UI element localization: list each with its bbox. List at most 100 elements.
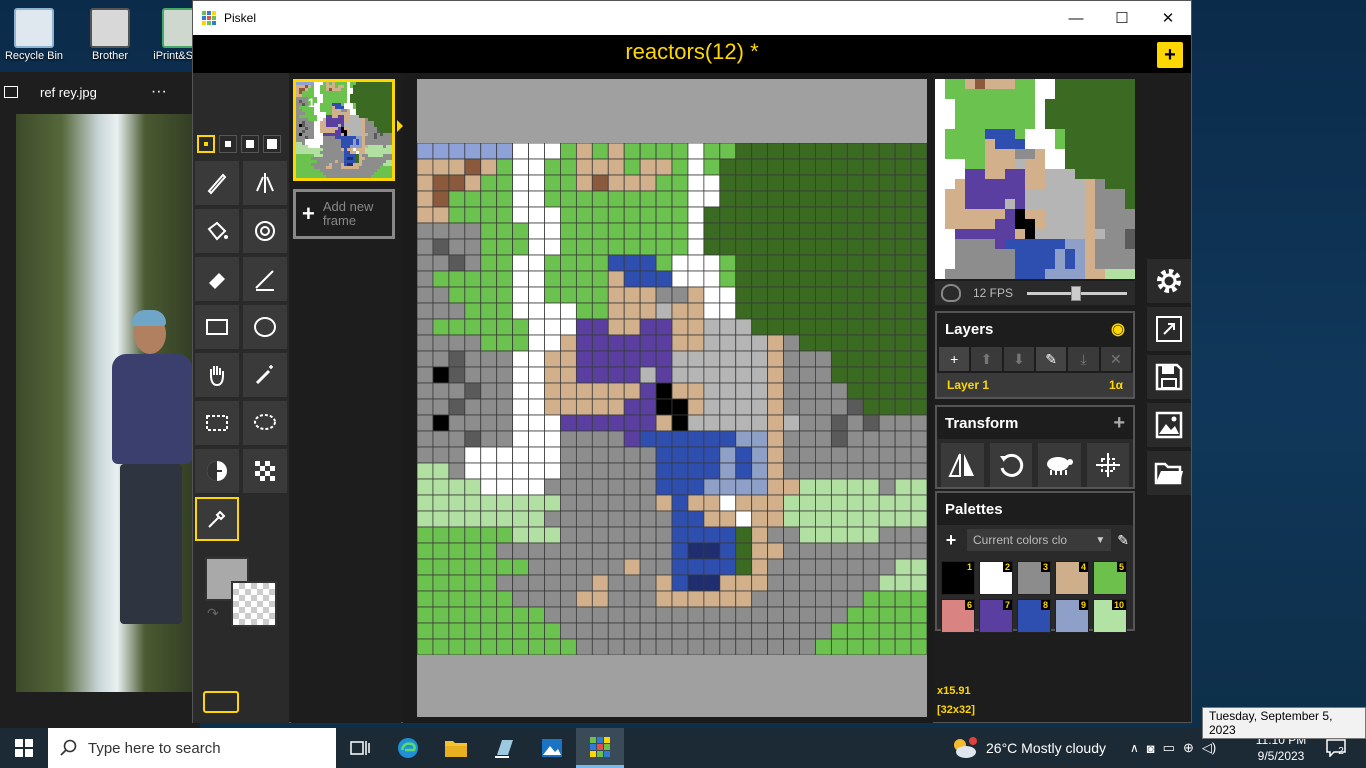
magic-wand-tool[interactable]	[243, 353, 287, 397]
center-button[interactable]	[1086, 443, 1129, 487]
export-button[interactable]	[1147, 403, 1191, 447]
expand-icon[interactable]: +	[1113, 412, 1125, 435]
drawing-canvas[interactable]	[417, 143, 927, 655]
swap-colors-icon[interactable]: ↷	[207, 605, 219, 622]
resize-icon	[1156, 316, 1182, 342]
rectangle-tool[interactable]	[195, 305, 239, 349]
eyedropper-icon	[208, 510, 226, 528]
rename-layer-button[interactable]: ✎	[1035, 347, 1067, 371]
add-layer-button[interactable]: +	[939, 347, 970, 371]
import-button[interactable]	[1147, 451, 1191, 495]
move-layer-down-button[interactable]: ⬇	[1003, 347, 1034, 371]
zoom-level: x15.91	[937, 685, 971, 697]
file-explorer-button[interactable]	[432, 728, 480, 768]
desktop-icon-brother[interactable]: Brother	[78, 4, 142, 70]
move-tool[interactable]	[195, 353, 239, 397]
palette-swatch[interactable]: 1	[941, 561, 975, 595]
stroke-tool[interactable]	[243, 257, 287, 301]
circle-tool[interactable]	[243, 305, 287, 349]
swatch-index: 2	[1002, 562, 1012, 572]
flip-button[interactable]	[941, 443, 984, 487]
start-button[interactable]	[0, 728, 48, 768]
task-view-button[interactable]	[336, 728, 384, 768]
save-button[interactable]	[1147, 355, 1191, 399]
palette-select[interactable]: Current colors clo ▼	[967, 529, 1112, 551]
paint-bucket-tool[interactable]	[195, 209, 239, 253]
recycle-bin-icon	[14, 8, 54, 48]
hand-icon	[210, 366, 224, 387]
fps-slider-knob[interactable]	[1071, 285, 1082, 301]
notification-center-button[interactable]: 2	[1322, 736, 1348, 760]
layer-opacity[interactable]: 1α	[1109, 378, 1123, 392]
onion-skin-icon[interactable]	[941, 284, 961, 302]
move-layer-up-button[interactable]: ⬆	[971, 347, 1002, 371]
paint-same-color-tool[interactable]	[243, 209, 287, 253]
volume-icon[interactable]: ◁)	[1202, 740, 1216, 756]
rectangle-select-tool[interactable]	[195, 401, 239, 445]
layer-item[interactable]: Layer 1 1α	[937, 373, 1133, 397]
settings-button[interactable]	[1147, 259, 1191, 303]
clone-button[interactable]	[1038, 443, 1081, 487]
palette-swatch[interactable]: 2	[979, 561, 1013, 595]
photos-more-button[interactable]: ···	[151, 83, 167, 101]
tools-panel: ↷	[193, 73, 289, 723]
secondary-color-swatch[interactable]	[231, 581, 277, 627]
search-placeholder: Type here to search	[88, 739, 221, 757]
chevron-up-icon[interactable]: ∧	[1130, 741, 1139, 755]
eye-icon[interactable]: ◉	[1111, 319, 1125, 339]
pen-size-1[interactable]	[197, 135, 215, 153]
keyboard-shortcuts-icon[interactable]	[203, 691, 239, 713]
swatch-index: 7	[1002, 600, 1012, 610]
edge-button[interactable]	[384, 728, 432, 768]
window-titlebar: Piskel — ☐ ✕	[193, 1, 1191, 35]
taskbar-search[interactable]: Type here to search	[48, 728, 336, 768]
notes-app-button[interactable]	[480, 728, 528, 768]
palette-swatch[interactable]: 5	[1093, 561, 1127, 595]
pen-size-4[interactable]	[263, 135, 281, 153]
delete-layer-button[interactable]: ✕	[1100, 347, 1131, 371]
resize-button[interactable]	[1147, 307, 1191, 351]
meet-now-icon[interactable]: ◙	[1147, 741, 1155, 756]
eraser-tool[interactable]	[195, 257, 239, 301]
palette-swatch[interactable]: 7	[979, 599, 1013, 633]
battery-icon[interactable]: ▭	[1163, 740, 1175, 756]
close-button[interactable]: ✕	[1145, 1, 1191, 35]
add-palette-button[interactable]: +	[941, 530, 961, 551]
dithering-tool[interactable]	[243, 449, 287, 493]
merge-layer-button[interactable]: ⤓	[1068, 347, 1099, 371]
date-tooltip: Tuesday, September 5, 2023	[1202, 707, 1366, 739]
fps-slider[interactable]	[1027, 285, 1128, 301]
lasso-select-tool[interactable]	[243, 401, 287, 445]
piskel-taskbar-button[interactable]	[576, 728, 624, 768]
checker-icon	[255, 461, 275, 481]
document-title[interactable]: reactors(12) *	[193, 39, 1191, 65]
minimize-button[interactable]: —	[1053, 1, 1099, 35]
folder-open-icon	[1154, 462, 1183, 485]
palette-swatch[interactable]: 9	[1055, 599, 1089, 633]
edit-palette-icon[interactable]: ✎	[1117, 532, 1129, 549]
palettes-panel: Palettes + Current colors clo ▼ ✎ 1 2 3 4 5 6…	[935, 491, 1135, 633]
palette-swatch[interactable]: 10	[1093, 599, 1127, 633]
palette-swatch[interactable]: 6	[941, 599, 975, 633]
palette-swatch[interactable]: 8	[1017, 599, 1051, 633]
network-icon[interactable]: ⊕	[1183, 740, 1194, 756]
palette-swatch[interactable]: 3	[1017, 561, 1051, 595]
photos-app-button[interactable]	[528, 728, 576, 768]
frame-thumbnail-1[interactable]: 1	[293, 79, 395, 181]
new-sprite-button[interactable]: +	[1157, 42, 1183, 68]
photos-app-icon	[4, 86, 18, 98]
add-frame-button[interactable]: + Add new frame	[293, 189, 395, 239]
weather-widget[interactable]: 26°C Mostly cloudy ∧ ◙ ▭ ⊕ ◁)	[950, 728, 1216, 768]
desktop-icon-recycle-bin[interactable]: Recycle Bin	[2, 4, 66, 70]
color-picker-tool[interactable]	[195, 497, 239, 541]
mirror-pen-tool[interactable]	[243, 161, 287, 205]
maximize-button[interactable]: ☐	[1099, 1, 1145, 35]
photos-icon	[542, 739, 562, 757]
palette-swatch[interactable]: 4	[1055, 561, 1089, 595]
lighten-tool[interactable]	[195, 449, 239, 493]
rotate-button[interactable]	[989, 443, 1032, 487]
pen-size-3[interactable]	[241, 135, 259, 153]
pen-size-2[interactable]	[219, 135, 237, 153]
piskel-window: Piskel — ☐ ✕ reactors(12) * + ↷ 1 + Add …	[192, 0, 1192, 723]
pen-tool[interactable]	[195, 161, 239, 205]
